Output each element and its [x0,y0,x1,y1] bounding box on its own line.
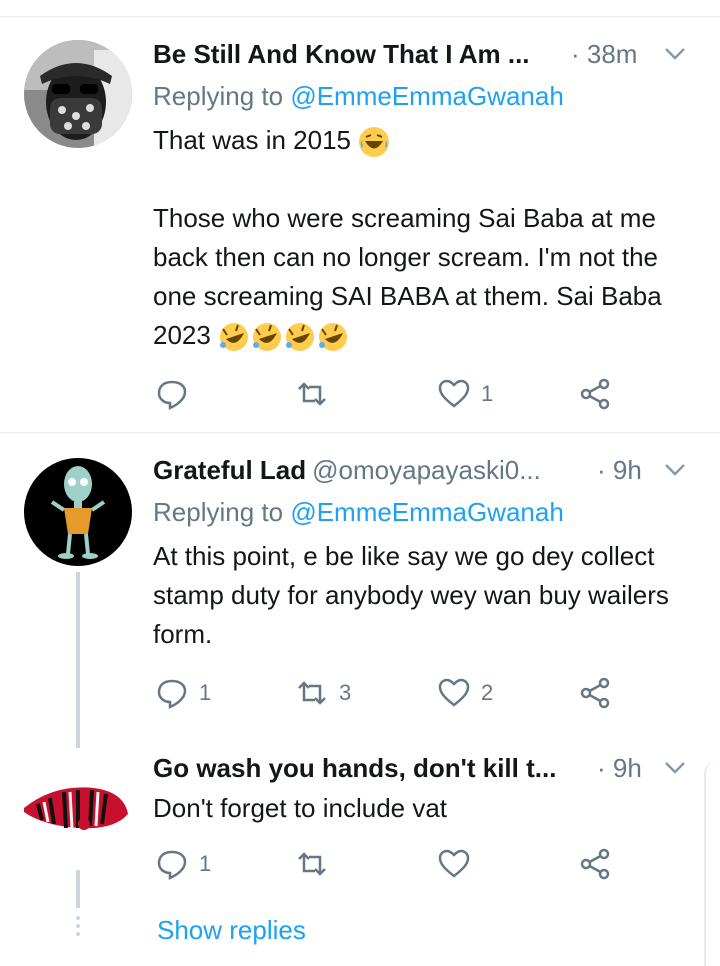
user-handle[interactable]: @omoyapayaski0... [312,455,541,485]
replying-to: Replying to @EmmeEmmaGwanah [153,76,564,116]
replying-prefix: Replying to [153,81,291,111]
replying-prefix: Replying to [153,497,291,527]
share-icon [580,848,610,880]
timestamp[interactable]: · 9h [597,450,642,490]
like-count: 2 [481,680,494,705]
share-icon [580,378,610,410]
share-button[interactable] [578,673,612,713]
replying-to: Replying to @EmmeEmmaGwanah [153,492,564,532]
tweet-header: Grateful Lad @omoyapayaski0... · 9h [153,450,690,490]
reply-icon [157,679,187,709]
tweet-header: Go wash you hands, don't kill t... · 9h [153,748,690,788]
tweet-text-line: Don't forget to include vat [153,793,448,823]
retweet-icon [298,382,326,406]
share-button[interactable] [578,844,612,884]
like-icon [438,678,470,707]
tweet-text: Don't forget to include vat [153,789,693,828]
chevron-down-icon[interactable] [660,454,690,484]
laughing-emoji [359,127,390,158]
chevron-down-icon[interactable] [660,752,690,782]
reply-button[interactable] [155,374,199,414]
tweet-text-line: At this point, e be like say we go dey c… [153,541,669,649]
tweet-text: At this point, e be like say we go dey c… [153,537,693,654]
thread-dot [76,916,80,920]
timestamp[interactable]: · 9h [597,748,642,788]
divider [0,432,720,433]
tweet-actions: 1 3 2 [153,673,623,713]
avatar[interactable] [24,458,132,566]
tweet-actions: 1 [153,844,623,884]
reply-icon [157,380,187,410]
like-icon [438,379,470,408]
share-icon [580,677,610,709]
like-icon [438,849,470,878]
reply-button[interactable]: 1 [155,844,211,884]
tweet-text-line: That was in 2015 [153,125,352,155]
retweet-button[interactable] [295,844,339,884]
rofl-emoji [220,323,348,352]
tweet[interactable]: Grateful Lad @omoyapayaski0... · 9h Reply… [0,450,720,730]
display-name[interactable]: Grateful Lad [153,455,306,485]
mention-link[interactable]: @EmmeEmmaGwanah [290,497,563,527]
top-divider [0,16,720,17]
thread-dot [76,932,80,936]
tweet-header: Be Still And Know That I Am ... · 38m [153,34,690,74]
display-name[interactable]: Go wash you hands, don't kill t... [153,753,556,783]
scroll-edge [704,760,720,966]
like-button[interactable]: 1 [437,374,493,414]
reply-button[interactable]: 1 [155,673,211,713]
retweet-button[interactable] [295,374,339,414]
thread-dot [76,924,80,928]
timestamp[interactable]: · 38m [571,34,637,74]
mention-link[interactable]: @EmmeEmmaGwanah [290,81,563,111]
reply-icon [157,850,187,880]
tweet-text: That was in 2015 Those who were screamin… [153,121,693,355]
retweet-icon [298,852,326,876]
chevron-down-icon[interactable] [660,38,690,68]
like-button[interactable]: 2 [437,673,493,713]
thread-line [76,572,80,748]
like-button[interactable] [437,844,481,884]
tweet[interactable]: Go wash you hands, don't kill t... · 9h … [0,748,720,908]
reply-count: 1 [199,851,212,876]
like-count: 1 [481,381,494,406]
retweet-count: 3 [339,680,352,705]
show-replies-link[interactable]: Show replies [157,910,306,950]
display-name[interactable]: Be Still And Know That I Am ... [153,39,530,69]
retweet-icon [298,681,326,705]
tweet[interactable]: Be Still And Know That I Am ... · 38m Re… [0,34,720,434]
reply-count: 1 [199,680,212,705]
avatar[interactable] [24,40,132,148]
tweet-actions: 1 [153,374,623,414]
thread-line [76,870,80,908]
avatar[interactable] [24,754,132,862]
retweet-button[interactable]: 3 [295,673,351,713]
share-button[interactable] [578,374,612,414]
